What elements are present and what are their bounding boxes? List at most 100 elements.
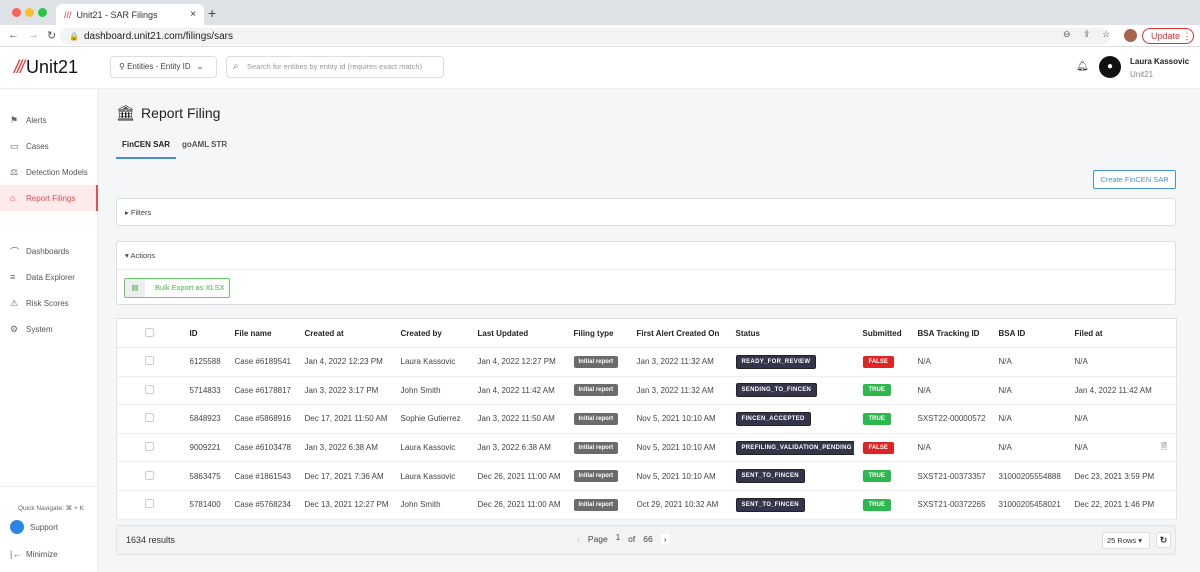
cell: SXST21-00372265 [908, 490, 990, 520]
empty-cell [1160, 404, 1177, 434]
cell: John Smith [391, 376, 469, 406]
bulk-export-button[interactable]: ▤ Bulk Export as XLSX [124, 278, 230, 298]
current-page-input[interactable]: 1 [616, 533, 620, 542]
cell: 5848923 [180, 404, 226, 434]
bookmark-star-icon[interactable]: ☆ [1102, 29, 1110, 40]
row-checkbox[interactable] [145, 499, 154, 509]
submitted-badge: TRUE [862, 498, 891, 511]
table-footer: 1634 results ‹ Page 1 of 66 › 25 Rows ▾ … [116, 525, 1176, 555]
minimize-window-button[interactable] [25, 8, 34, 17]
table-row[interactable]: 5863475 Case #1861543 Dec 17, 2021 7:36 AM… [116, 461, 1177, 491]
minimize-sidebar-button[interactable]: |← Minimize [0, 541, 98, 567]
unit21-logo[interactable]: ///Unit21 [14, 57, 78, 78]
tab-fincen-sar[interactable]: FinCEN SAR [116, 134, 176, 159]
column-header[interactable]: Last Updated [468, 318, 565, 348]
entity-type-select[interactable]: ⚲ Entities - Entity ID ⌄ [110, 56, 217, 78]
row-checkbox[interactable] [145, 356, 154, 366]
sidebar-item-system[interactable]: ⚙ System [0, 316, 98, 342]
new-tab-icon[interactable]: + [208, 5, 216, 21]
column-header[interactable]: File name [225, 318, 296, 348]
select-all-checkbox[interactable] [145, 327, 154, 337]
warning-icon: ⚠ [10, 297, 19, 308]
sidebar-item-data-explorer[interactable]: ≡ Data Explorer [0, 264, 98, 290]
rows-per-page-select[interactable]: 25 Rows ▾ [1102, 532, 1150, 549]
scale-icon: ⚖ [10, 166, 19, 177]
back-icon[interactable]: ← [8, 29, 19, 41]
share-icon[interactable]: ⇪ [1083, 29, 1091, 40]
sidebar-item-risk-scores[interactable]: ⚠ Risk Scores [0, 290, 98, 316]
submitted-badge: TRUE [862, 470, 891, 483]
table-row[interactable]: 6125588 Case #6189541 Jan 4, 2022 12:23 PM… [116, 347, 1177, 377]
row-checkbox[interactable] [145, 384, 154, 394]
actions-panel: ▾ Actions ▤ Bulk Export as XLSX [116, 241, 1176, 305]
column-header-actions [1160, 318, 1177, 348]
sidebar-item-dashboards[interactable]: ⌒ Dashboards [0, 238, 98, 264]
row-checkbox[interactable] [145, 413, 154, 423]
close-tab-icon[interactable]: × [190, 9, 196, 20]
table-row[interactable]: 5781400 Case #5768234 Dec 13, 2021 12:27 P… [116, 490, 1177, 520]
file-icon[interactable]: 🗎 [1161, 442, 1167, 451]
sidebar-item-alerts[interactable]: ⚑ Alerts [0, 107, 98, 133]
cell: Case #5768234 [225, 490, 296, 520]
column-header[interactable]: Created at [295, 318, 392, 348]
column-header[interactable]: Filed at [1065, 318, 1161, 348]
sidebar-item-cases[interactable]: ▭ Cases [0, 133, 98, 159]
cell: John Smith [391, 490, 469, 520]
chart-icon: ⌒ [10, 246, 20, 257]
entity-search-input[interactable]: ⌕ Search for entities by entity id (requi… [226, 56, 444, 78]
total-pages: 66 [643, 534, 653, 544]
sidebar-item-report-filings[interactable]: ⌂ Report Filings [0, 185, 98, 211]
maximize-window-button[interactable] [38, 8, 47, 17]
search-icon: ⌕ [233, 61, 239, 72]
cell: N/A [989, 433, 1066, 463]
browser-tab[interactable]: /// Unit21 - SAR Filings × [56, 4, 204, 25]
submitted-badge: FALSE [862, 441, 894, 454]
sidebar-item-detection-models[interactable]: ⚖ Detection Models [0, 159, 98, 185]
column-header[interactable]: Submitted [853, 318, 909, 348]
close-window-button[interactable] [12, 8, 21, 17]
reload-icon[interactable]: ↻ [47, 29, 56, 42]
column-header[interactable]: Status [726, 318, 854, 348]
cell: Case #6103478 [225, 433, 296, 463]
table-row[interactable]: 5714833 Case #6178817 Jan 3, 2022 3:17 PM J… [116, 376, 1177, 406]
filing-type-badge: Initial report [573, 355, 619, 368]
create-fincen-sar-button[interactable]: Create FinCEN SAR [1093, 170, 1176, 189]
prev-page-icon[interactable]: ‹ [577, 534, 580, 544]
forward-icon[interactable]: → [28, 29, 39, 41]
column-header[interactable]: Created by [391, 318, 469, 348]
support-button[interactable]: Support [0, 514, 98, 540]
url-bar[interactable]: 🔒 dashboard.unit21.com/filings/sars [60, 28, 1110, 45]
user-avatar[interactable]: ● [1099, 56, 1121, 78]
row-checkbox[interactable] [145, 470, 154, 480]
column-header[interactable]: First Alert Created On [627, 318, 727, 348]
user-icon: ⚲ [119, 62, 128, 71]
notifications-bell-icon[interactable]: 🔔︎ [1076, 61, 1089, 72]
next-page-icon[interactable]: › [660, 534, 670, 544]
zoom-icon[interactable]: ⊖ [1063, 29, 1071, 40]
cell: Laura Kassovic [391, 461, 469, 491]
address-bar-row: ← → ↻ 🔒 dashboard.unit21.com/filings/sars… [0, 25, 1200, 47]
empty-cell [1160, 347, 1177, 377]
table-row[interactable]: 5848923 Case #5868916 Dec 17, 2021 11:50 A… [116, 404, 1177, 434]
table-row[interactable]: 9009221 Case #6103478 Jan 3, 2022 6:38 AM L… [116, 433, 1177, 463]
url-text: dashboard.unit21.com/filings/sars [84, 31, 233, 42]
actions-toggle[interactable]: ▾ Actions [117, 242, 1175, 270]
filing-type-badge: Initial report [573, 412, 619, 425]
filters-toggle[interactable]: ▸ Filters [117, 199, 1175, 227]
filing-type-badge: Initial report [573, 441, 619, 454]
refresh-icon[interactable]: ↻ [1156, 532, 1171, 548]
cell: Jan 3, 2022 11:32 AM [627, 376, 727, 406]
profile-avatar[interactable] [1124, 29, 1137, 42]
cell: N/A [989, 404, 1066, 434]
row-checkbox[interactable] [145, 442, 154, 452]
user-name: Laura Kassovic [1130, 57, 1190, 66]
tab-goaml-str[interactable]: goAML STR [176, 134, 233, 159]
column-header[interactable]: BSA Tracking ID [908, 318, 990, 348]
column-header[interactable]: ID [180, 318, 226, 348]
cell: Dec 17, 2021 11:50 AM [295, 404, 392, 434]
column-header[interactable]: Filing type [564, 318, 628, 348]
column-header[interactable]: BSA ID [989, 318, 1066, 348]
cell: Oct 29, 2021 10:32 AM [627, 490, 727, 520]
update-button[interactable]: Update ⋮ [1142, 28, 1194, 44]
cell: Nov 5, 2021 10:10 AM [627, 404, 727, 434]
